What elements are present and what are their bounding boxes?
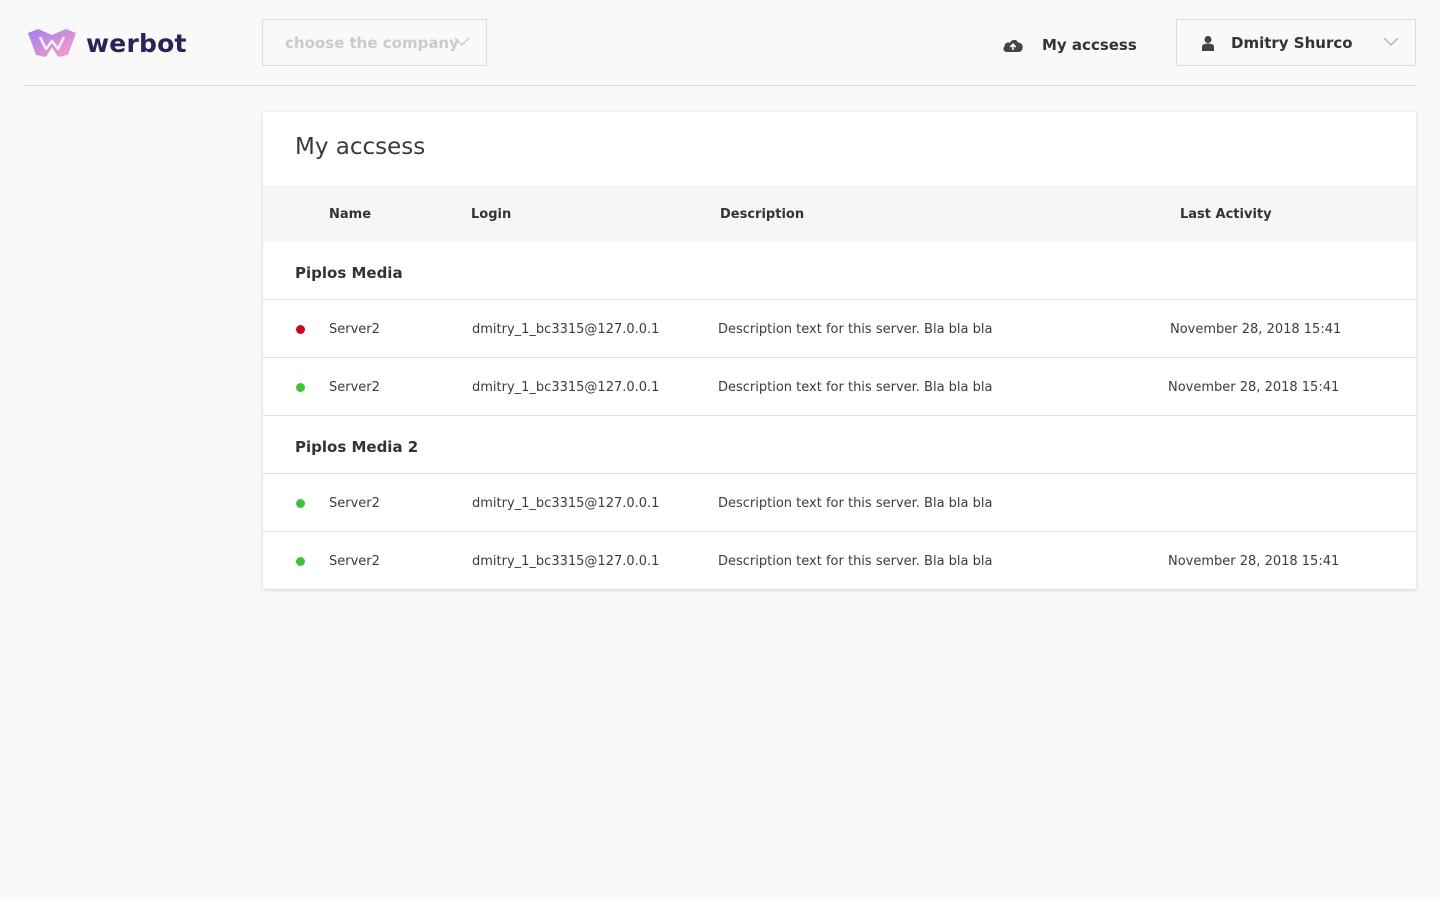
user-menu[interactable]: Dmitry Shurco: [1176, 19, 1416, 66]
status-online-icon: [296, 499, 305, 508]
top-header: werbot choose the company My accsess Dmi…: [24, 0, 1416, 86]
status-online-icon: [296, 383, 305, 392]
server-login: dmitry_1_bc3315@127.0.0.1: [472, 496, 660, 511]
server-name: Server2: [329, 554, 380, 569]
table-row[interactable]: Server2 dmitry_1_bc3315@127.0.0.1 Descri…: [263, 474, 1416, 532]
group-name: Piplos Media 2: [295, 438, 419, 456]
chevron-down-icon: [454, 37, 470, 46]
server-description: Description text for this server. Bla bl…: [718, 496, 993, 511]
company-select[interactable]: choose the company: [262, 19, 487, 66]
group-name: Piplos Media: [295, 264, 403, 282]
cloud-upload-icon: [1003, 39, 1023, 52]
my-access-link[interactable]: My accsess: [1002, 34, 1137, 56]
group-row: Piplos Media 2: [263, 416, 1416, 474]
server-description: Description text for this server. Bla bl…: [718, 322, 993, 337]
server-name: Server2: [329, 496, 380, 511]
table-row[interactable]: Server2 dmitry_1_bc3315@127.0.0.1 Descri…: [263, 532, 1416, 590]
page-title: My accsess: [295, 134, 426, 160]
server-last-activity: November 28, 2018 15:41: [1170, 322, 1342, 337]
table-row[interactable]: Server2 dmitry_1_bc3315@127.0.0.1 Descri…: [263, 300, 1416, 358]
my-access-label: My accsess: [1042, 36, 1137, 54]
server-last-activity: November 28, 2018 15:41: [1168, 380, 1340, 395]
server-name: Server2: [329, 322, 380, 337]
column-header-last-activity: Last Activity: [1180, 207, 1272, 222]
status-offline-icon: [296, 325, 305, 334]
column-header-name: Name: [329, 207, 372, 222]
server-name: Server2: [329, 380, 380, 395]
server-login: dmitry_1_bc3315@127.0.0.1: [472, 380, 660, 395]
group-row: Piplos Media: [263, 242, 1416, 300]
company-select-placeholder: choose the company: [285, 33, 459, 52]
table-header: Name Login Description Last Activity: [263, 185, 1416, 242]
column-header-description: Description: [720, 207, 805, 222]
table-row[interactable]: Server2 dmitry_1_bc3315@127.0.0.1 Descri…: [263, 358, 1416, 416]
user-icon: [1202, 35, 1214, 51]
server-login: dmitry_1_bc3315@127.0.0.1: [472, 322, 660, 337]
column-header-login: Login: [471, 207, 512, 222]
status-online-icon: [296, 557, 305, 566]
server-description: Description text for this server. Bla bl…: [718, 554, 993, 569]
server-last-activity: November 28, 2018 15:41: [1168, 554, 1340, 569]
brand-name: werbot: [86, 28, 187, 58]
server-login: dmitry_1_bc3315@127.0.0.1: [472, 554, 660, 569]
chevron-down-icon: [1383, 37, 1399, 46]
logo[interactable]: werbot: [26, 26, 187, 60]
server-description: Description text for this server. Bla bl…: [718, 380, 993, 395]
user-name: Dmitry Shurco: [1231, 33, 1353, 52]
werbot-logo-icon: [28, 29, 76, 57]
access-card: My accsess Name Login Description Last A…: [263, 112, 1416, 589]
